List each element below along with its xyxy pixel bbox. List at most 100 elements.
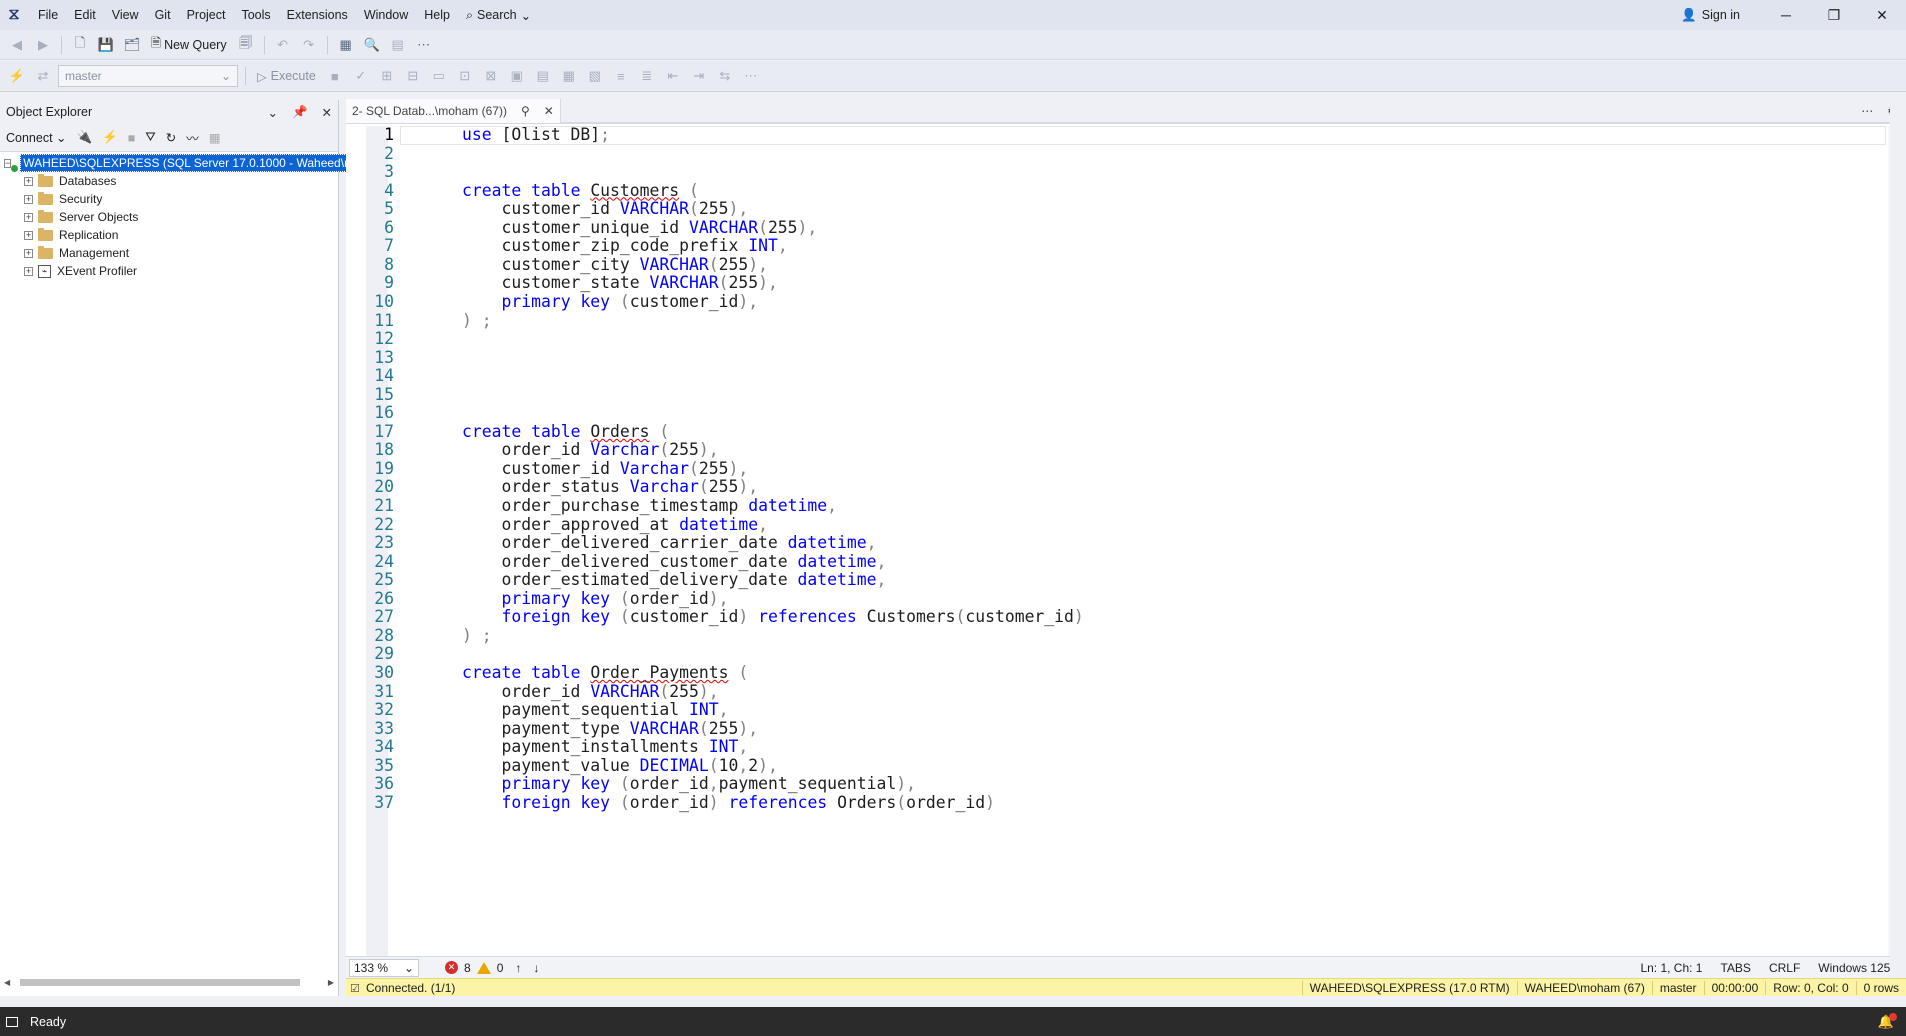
collapse-icon[interactable]: − bbox=[4, 158, 12, 168]
folder-icon bbox=[38, 209, 53, 223]
code-token: primary bbox=[501, 291, 571, 311]
parse-icon[interactable]: ✓ bbox=[350, 65, 372, 87]
scrollbar-thumb[interactable] bbox=[20, 978, 301, 986]
query-designer-icon[interactable]: ⊟ bbox=[402, 65, 424, 87]
new-query-button[interactable]: 🗎 New Query bbox=[147, 34, 231, 55]
summary-icon[interactable]: ▦ bbox=[209, 130, 221, 145]
tree-node-xevent-profiler[interactable]: + ⌁ XEvent Profiler bbox=[0, 262, 338, 280]
code-token: payment_type bbox=[501, 718, 620, 738]
tree-node-label: Management bbox=[59, 246, 130, 260]
tree-node-management[interactable]: + Management bbox=[0, 244, 338, 262]
search-menu[interactable]: ⌕ Search ⌄ bbox=[458, 8, 539, 23]
disconnect-icon[interactable]: ⚡ bbox=[102, 130, 118, 145]
stop-icon[interactable]: ■ bbox=[128, 131, 136, 145]
decrease-indent-icon[interactable]: ⇤ bbox=[662, 65, 684, 87]
zoom-selector[interactable]: 133 % ⌄ bbox=[349, 958, 419, 977]
menu-window[interactable]: Window bbox=[356, 0, 416, 30]
chevron-down-icon: ⌄ bbox=[220, 69, 231, 83]
pin-icon[interactable]: ⚲ bbox=[521, 104, 530, 118]
line-ending[interactable]: CRLF bbox=[1760, 961, 1809, 975]
tree-node-replication[interactable]: + Replication bbox=[0, 226, 338, 244]
expand-icon[interactable]: + bbox=[24, 194, 33, 204]
tree-node-databases[interactable]: + Databases bbox=[0, 172, 338, 190]
connect-icon[interactable]: ⚡ bbox=[6, 65, 28, 87]
tab-query[interactable]: 2- SQL Datab...\moham (67)) ⚲ ✕ bbox=[346, 99, 561, 123]
comment-icon[interactable]: ≡ bbox=[610, 65, 632, 87]
horizontal-scrollbar[interactable]: ◀ ▶ bbox=[4, 976, 334, 988]
more-icon[interactable]: ⋯ bbox=[740, 65, 762, 87]
pin-icon[interactable]: 📌 bbox=[292, 105, 308, 120]
refresh-icon[interactable]: ↻ bbox=[166, 130, 176, 145]
more-icon[interactable]: ⋯ bbox=[413, 34, 435, 56]
close-icon[interactable]: ✕ bbox=[544, 104, 554, 118]
save-icon[interactable]: 💾 bbox=[95, 34, 117, 56]
notifications-bell-icon[interactable]: 🔔 bbox=[1878, 1013, 1898, 1030]
results-file-icon[interactable]: ▧ bbox=[584, 65, 606, 87]
code-token: order_id bbox=[629, 774, 709, 794]
menu-extensions[interactable]: Extensions bbox=[279, 0, 356, 30]
dropdown-icon[interactable]: ⌄ bbox=[267, 105, 277, 120]
code-area[interactable]: 1 use [Olist DB]; 2 3 4 create table Customer… bbox=[346, 126, 1886, 956]
database-selector[interactable]: master ⌄ bbox=[58, 65, 238, 87]
menu-git[interactable]: Git bbox=[147, 0, 179, 30]
activity-icon[interactable]: 〰 bbox=[186, 128, 199, 147]
change-connection-icon[interactable]: ⇄ bbox=[32, 65, 54, 87]
chevron-down-icon: ⌄ bbox=[520, 8, 532, 23]
arrow-down-icon[interactable]: ↓ bbox=[533, 961, 539, 975]
error-list-summary[interactable]: ✕ 8 0 ↑ ↓ bbox=[445, 961, 539, 975]
undo-icon[interactable]: ↶ bbox=[272, 34, 294, 56]
expand-icon[interactable]: + bbox=[24, 212, 33, 222]
menu-project[interactable]: Project bbox=[179, 0, 234, 30]
arrow-up-icon[interactable]: ↑ bbox=[515, 961, 521, 975]
restore-icon[interactable]: ❐ bbox=[1810, 0, 1858, 30]
scroll-right-icon[interactable]: ▶ bbox=[328, 978, 334, 987]
live-stats-icon[interactable]: ⊠ bbox=[480, 65, 502, 87]
find-icon[interactable]: 🔍 bbox=[361, 34, 383, 56]
connect-plug-icon[interactable]: 🔌 bbox=[77, 130, 93, 145]
filter-icon[interactable]: ⛛ bbox=[145, 130, 156, 145]
increase-indent-icon[interactable]: ⇥ bbox=[688, 65, 710, 87]
tree-node-security[interactable]: + Security bbox=[0, 190, 338, 208]
back-icon[interactable]: ◀ bbox=[6, 34, 28, 56]
close-icon[interactable]: ✕ bbox=[322, 105, 332, 120]
indent-mode[interactable]: TABS bbox=[1711, 961, 1759, 975]
query-options-icon[interactable]: 🗐 bbox=[235, 34, 257, 56]
uncomment-icon[interactable]: ≣ bbox=[636, 65, 658, 87]
connect-dropdown[interactable]: Connect ⌄ bbox=[6, 130, 67, 145]
include-plan-icon[interactable]: ⊡ bbox=[454, 65, 476, 87]
line-number: 16 bbox=[374, 403, 394, 423]
new-project-icon[interactable]: 🗋 bbox=[69, 34, 91, 56]
menu-tools[interactable]: Tools bbox=[233, 0, 278, 30]
scroll-left-icon[interactable]: ◀ bbox=[4, 978, 10, 987]
connection-status: Connected. (1/1) bbox=[366, 980, 456, 995]
output-window-icon[interactable] bbox=[6, 1016, 18, 1027]
expand-icon[interactable]: + bbox=[24, 176, 33, 186]
menu-edit[interactable]: Edit bbox=[66, 0, 104, 30]
menu-help[interactable]: Help bbox=[416, 0, 458, 30]
menu-view[interactable]: View bbox=[104, 0, 147, 30]
client-stats-icon[interactable]: ▣ bbox=[506, 65, 528, 87]
tree-node-server-objects[interactable]: + Server Objects bbox=[0, 208, 338, 226]
results-text-icon[interactable]: ▤ bbox=[532, 65, 554, 87]
display-plan-icon[interactable]: ⊞ bbox=[376, 65, 398, 87]
activity-monitor-icon[interactable]: ▦ bbox=[335, 34, 357, 56]
results-grid-icon[interactable]: ▦ bbox=[558, 65, 580, 87]
cursor-position[interactable]: Ln: 1, Ch: 1 bbox=[1631, 961, 1711, 975]
forward-icon[interactable]: ▶ bbox=[32, 34, 54, 56]
minimize-icon[interactable]: ─ bbox=[1762, 0, 1810, 30]
expand-icon[interactable]: + bbox=[24, 266, 33, 276]
expand-icon[interactable]: + bbox=[24, 248, 33, 258]
stop-icon[interactable]: ■ bbox=[324, 65, 346, 87]
tab-overflow-icon[interactable]: ⋯ bbox=[1861, 104, 1873, 118]
intellisense-icon[interactable]: ▭ bbox=[428, 65, 450, 87]
properties-icon[interactable]: ▤ bbox=[387, 34, 409, 56]
specify-values-icon[interactable]: ⇆ bbox=[714, 65, 736, 87]
save-all-icon[interactable]: 🗂 bbox=[121, 34, 143, 56]
expand-icon[interactable]: + bbox=[24, 230, 33, 240]
execute-button[interactable]: ▷ Execute bbox=[253, 69, 320, 84]
redo-icon[interactable]: ↷ bbox=[298, 34, 320, 56]
close-icon[interactable]: ✕ bbox=[1858, 0, 1906, 30]
tree-node-server[interactable]: − WAHEED\SQLEXPRESS (SQL Server 17.0.100… bbox=[0, 154, 358, 172]
menu-file[interactable]: File bbox=[30, 0, 66, 30]
sign-in-button[interactable]: 👤 Sign in bbox=[1681, 0, 1740, 30]
